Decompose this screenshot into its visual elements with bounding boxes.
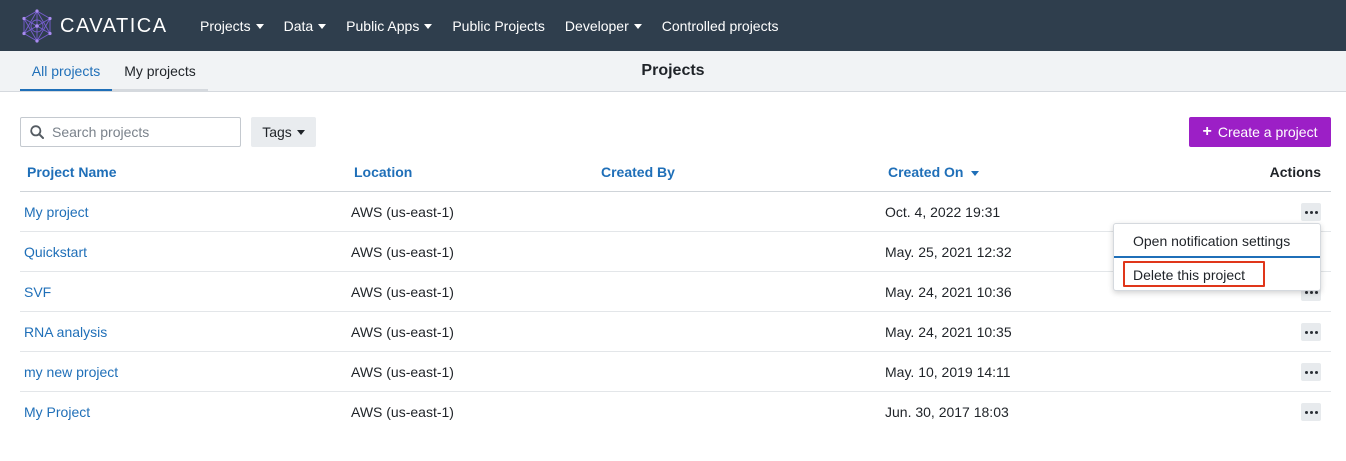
project-created-on: May. 24, 2021 10:36 bbox=[885, 284, 1012, 300]
search-box bbox=[20, 117, 241, 147]
main-nav: Projects Data Public Apps Public Project… bbox=[190, 0, 788, 51]
nav-public-projects[interactable]: Public Projects bbox=[442, 18, 555, 34]
menu-item-label: Delete this project bbox=[1133, 267, 1246, 283]
project-created-on: May. 24, 2021 10:35 bbox=[885, 324, 1012, 340]
create-project-button[interactable]: + Create a project bbox=[1189, 117, 1331, 147]
project-name-link[interactable]: Quickstart bbox=[24, 232, 87, 272]
menu-item-notification-settings[interactable]: Open notification settings bbox=[1114, 225, 1320, 258]
row-actions-button[interactable] bbox=[1301, 363, 1321, 381]
nav-data[interactable]: Data bbox=[274, 18, 337, 34]
project-created-on: May. 25, 2021 12:32 bbox=[885, 244, 1012, 260]
more-horizontal-icon bbox=[1304, 410, 1318, 414]
project-created-on: May. 10, 2019 14:11 bbox=[885, 364, 1011, 380]
project-location: AWS (us-east-1) bbox=[351, 244, 454, 260]
more-horizontal-icon bbox=[1304, 210, 1318, 214]
caret-down-icon bbox=[424, 23, 433, 29]
column-label: Location bbox=[354, 164, 413, 180]
row-actions-button[interactable] bbox=[1301, 323, 1321, 341]
nav-projects[interactable]: Projects bbox=[190, 18, 274, 34]
tab-label: All projects bbox=[31, 63, 101, 79]
more-horizontal-icon bbox=[1304, 330, 1318, 334]
project-location: AWS (us-east-1) bbox=[351, 204, 454, 220]
tab-my-projects[interactable]: My projects bbox=[112, 51, 208, 91]
project-created-on: Jun. 30, 2017 18:03 bbox=[885, 404, 1009, 420]
create-project-label: Create a project bbox=[1217, 124, 1318, 140]
row-actions-button[interactable] bbox=[1301, 203, 1321, 221]
table-row: RNA analysis AWS (us-east-1) May. 24, 20… bbox=[20, 312, 1331, 352]
project-name-link[interactable]: My project bbox=[24, 192, 89, 232]
nav-label: Developer bbox=[564, 17, 629, 34]
project-location: AWS (us-east-1) bbox=[351, 284, 454, 300]
sort-desc-icon bbox=[971, 170, 980, 176]
project-name-link[interactable]: RNA analysis bbox=[24, 312, 107, 352]
column-label: Created On bbox=[888, 164, 964, 180]
column-project-name[interactable]: Project Name bbox=[27, 152, 116, 192]
menu-item-label: Open notification settings bbox=[1133, 233, 1291, 249]
project-created-on: Oct. 4, 2022 19:31 bbox=[885, 204, 1001, 220]
project-location: AWS (us-east-1) bbox=[351, 364, 454, 380]
app-logo[interactable]: CAVATICA bbox=[20, 8, 168, 44]
more-horizontal-icon bbox=[1304, 370, 1318, 374]
row-actions-button[interactable] bbox=[1301, 403, 1321, 421]
nav-label: Public Projects bbox=[452, 17, 545, 34]
column-location[interactable]: Location bbox=[354, 152, 412, 192]
caret-down-icon bbox=[296, 130, 305, 135]
caret-down-icon bbox=[255, 23, 264, 29]
tab-label: My projects bbox=[124, 63, 196, 79]
nav-label: Data bbox=[283, 17, 314, 34]
menu-item-delete-project[interactable]: Delete this project bbox=[1114, 259, 1320, 291]
project-location: AWS (us-east-1) bbox=[351, 324, 454, 340]
column-created-by[interactable]: Created By bbox=[601, 152, 675, 192]
top-navbar: CAVATICA Projects Data Public Apps Publi… bbox=[0, 0, 1346, 51]
search-input[interactable] bbox=[52, 124, 232, 140]
column-created-on[interactable]: Created On bbox=[888, 152, 980, 192]
search-icon bbox=[30, 125, 44, 139]
table-row: My Project AWS (us-east-1) Jun. 30, 2017… bbox=[20, 392, 1331, 432]
caret-down-icon bbox=[318, 23, 327, 29]
column-actions: Actions bbox=[1270, 152, 1321, 192]
row-actions-menu: Open notification settings Delete this p… bbox=[1113, 223, 1321, 291]
project-name-link[interactable]: My Project bbox=[24, 392, 90, 432]
sub-header: Projects All projects My projects bbox=[0, 51, 1346, 92]
project-location: AWS (us-east-1) bbox=[351, 404, 454, 420]
nav-developer[interactable]: Developer bbox=[555, 18, 652, 34]
column-label: Actions bbox=[1269, 164, 1321, 180]
plus-icon: + bbox=[1202, 123, 1212, 140]
column-label: Created By bbox=[601, 164, 675, 180]
table-header: Project Name Location Created By Created… bbox=[20, 152, 1331, 192]
tags-dropdown-button[interactable]: Tags bbox=[251, 117, 316, 147]
column-label: Project Name bbox=[27, 164, 117, 180]
nav-label: Projects bbox=[200, 17, 251, 34]
project-name-link[interactable]: my new project bbox=[24, 352, 118, 392]
cavatica-logo-icon bbox=[22, 9, 52, 43]
tab-all-projects[interactable]: All projects bbox=[20, 51, 112, 91]
logo-text: CAVATICA bbox=[60, 14, 168, 37]
project-name-link[interactable]: SVF bbox=[24, 272, 51, 312]
tags-label: Tags bbox=[262, 124, 292, 140]
caret-down-icon bbox=[633, 23, 642, 29]
nav-label: Public Apps bbox=[346, 17, 420, 34]
nav-controlled-projects[interactable]: Controlled projects bbox=[652, 18, 789, 34]
table-row: my new project AWS (us-east-1) May. 10, … bbox=[20, 352, 1331, 392]
nav-public-apps[interactable]: Public Apps bbox=[336, 18, 442, 34]
nav-label: Controlled projects bbox=[661, 17, 779, 34]
